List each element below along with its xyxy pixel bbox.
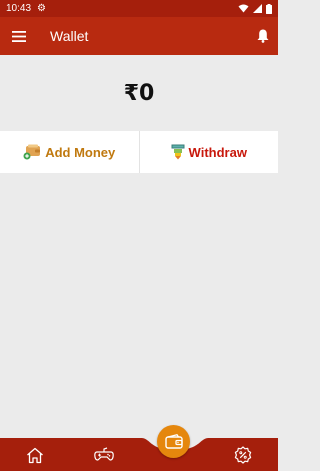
- home-icon: [27, 447, 43, 463]
- battery-icon: [266, 3, 272, 14]
- menu-icon: [12, 30, 26, 42]
- nav-games-button[interactable]: [93, 444, 115, 466]
- signal-icon: [253, 4, 262, 13]
- wallet-actions: Add Money Withdraw: [0, 131, 278, 173]
- gamepad-icon: [94, 447, 114, 461]
- settings-icon: ⚙: [37, 3, 46, 14]
- add-money-label: Add Money: [45, 144, 116, 160]
- wallet-balance-card: ₹0: [0, 55, 278, 131]
- withdraw-button[interactable]: Withdraw: [140, 131, 279, 173]
- nav-wallet-button[interactable]: [157, 425, 190, 458]
- withdraw-icon: [171, 144, 185, 160]
- wifi-icon: [238, 4, 249, 13]
- wallet-balance: ₹0: [123, 80, 155, 106]
- menu-button[interactable]: [2, 17, 36, 55]
- add-money-button[interactable]: Add Money: [0, 131, 140, 173]
- wallet-icon: [164, 434, 183, 449]
- notifications-button[interactable]: [248, 17, 278, 55]
- bell-icon: [257, 29, 269, 43]
- add-money-icon: [23, 144, 41, 160]
- nav-home-button[interactable]: [24, 444, 46, 466]
- withdraw-label: Withdraw: [188, 144, 247, 160]
- offers-icon: [234, 446, 252, 464]
- status-time: 10:43: [6, 3, 32, 14]
- nav-offers-button[interactable]: [232, 444, 254, 466]
- status-icons: [238, 3, 272, 14]
- app-bar: Wallet: [0, 17, 278, 55]
- page-title: Wallet: [50, 28, 89, 44]
- status-bar: 10:43 ⚙: [0, 0, 278, 17]
